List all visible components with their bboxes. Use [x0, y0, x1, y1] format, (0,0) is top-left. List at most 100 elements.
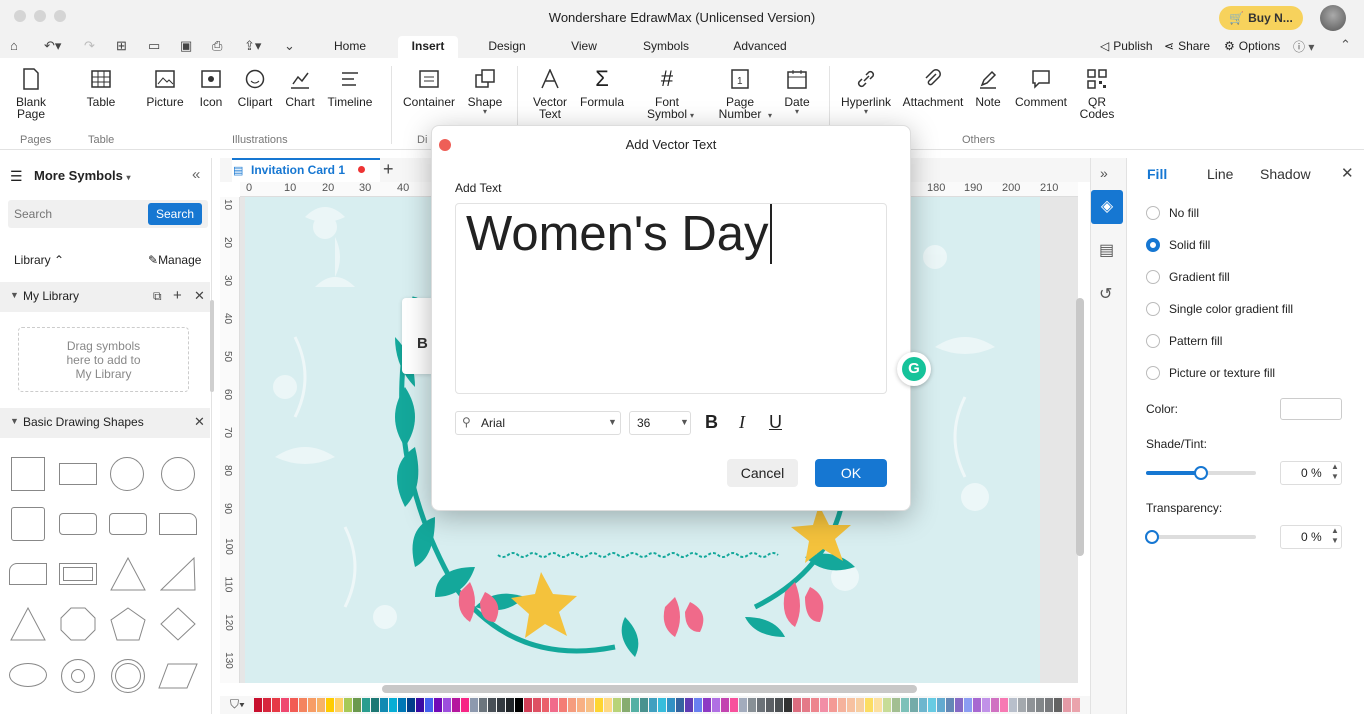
color-swatch[interactable] — [541, 698, 550, 712]
undo-icon[interactable]: ↶▾ — [44, 38, 61, 54]
chart-button[interactable]: Chart — [284, 68, 316, 108]
save-icon[interactable]: ▣ — [180, 38, 192, 54]
frame-shape[interactable] — [59, 563, 97, 585]
color-swatch[interactable] — [775, 698, 784, 712]
rounded-square-shape[interactable] — [11, 507, 45, 541]
tab-shadow[interactable]: Shadow — [1260, 166, 1311, 182]
corner-rectangle-shape[interactable] — [9, 563, 47, 585]
color-swatch[interactable] — [577, 698, 586, 712]
color-swatch[interactable] — [846, 698, 855, 712]
expand-icon[interactable]: ▼ — [10, 290, 19, 300]
page-number-button[interactable]: 1 Page Number ▾ — [718, 68, 772, 120]
history-icon[interactable]: ↺ — [1099, 284, 1112, 304]
color-swatch[interactable] — [739, 698, 748, 712]
vector-text-value[interactable]: Women's Day — [466, 204, 772, 264]
expand-panel-icon[interactable]: » — [1100, 165, 1108, 181]
color-swatch[interactable] — [532, 698, 541, 712]
underline-button[interactable]: U — [769, 412, 782, 433]
color-swatch[interactable] — [676, 698, 685, 712]
color-swatch[interactable] — [829, 698, 837, 712]
more-symbols-title[interactable]: More Symbols ▾ — [34, 168, 131, 183]
buy-now-button[interactable]: 🛒 Buy N... — [1219, 6, 1303, 30]
color-swatch[interactable] — [406, 698, 415, 712]
color-swatch[interactable] — [1044, 698, 1053, 712]
import-icon[interactable]: ⧉ — [153, 289, 162, 304]
color-swatch[interactable] — [909, 698, 918, 712]
color-swatch[interactable] — [523, 698, 532, 712]
blank-page-button[interactable]: Blank Page — [12, 68, 50, 120]
color-swatch[interactable] — [793, 698, 802, 712]
donut-shape[interactable] — [61, 659, 95, 693]
avatar[interactable] — [1320, 5, 1346, 31]
italic-button[interactable]: I — [739, 412, 745, 433]
font-symbol-button[interactable]: # Font Symbol ▾ — [644, 68, 694, 121]
picture-fill-radio[interactable] — [1146, 366, 1160, 380]
rounded-rect-2-shape[interactable] — [109, 513, 147, 535]
color-swatch[interactable] — [640, 698, 649, 712]
export-icon[interactable]: ⇪▾ — [244, 38, 261, 54]
color-swatch[interactable] — [307, 698, 316, 712]
color-swatch[interactable] — [361, 698, 370, 712]
vector-text-button[interactable]: Vector Text — [530, 68, 570, 120]
tab-advanced[interactable]: Advanced — [722, 36, 798, 58]
pentagon-shape[interactable] — [110, 607, 146, 641]
color-swatch[interactable] — [891, 698, 900, 712]
bold-button[interactable]: B — [705, 412, 718, 433]
color-swatch[interactable] — [568, 698, 577, 712]
color-swatch[interactable] — [882, 698, 891, 712]
new-icon[interactable]: ⊞ — [116, 38, 127, 54]
color-swatch[interactable] — [379, 698, 388, 712]
color-swatch[interactable] — [280, 698, 289, 712]
spinner-icon[interactable]: ▲ ▼ — [1331, 462, 1339, 482]
color-swatch[interactable] — [370, 698, 379, 712]
snipped-rectangle-shape[interactable] — [159, 513, 197, 535]
note-button[interactable]: Note — [974, 68, 1002, 108]
tab-line[interactable]: Line — [1207, 166, 1233, 182]
canvas-vertical-scrollbar[interactable] — [1076, 298, 1084, 556]
color-swatch[interactable] — [658, 698, 667, 712]
shape-button[interactable]: Shape ▾ — [466, 68, 504, 116]
transparency-slider-handle[interactable] — [1145, 530, 1159, 544]
close-panel-icon[interactable]: ✕ — [1341, 164, 1354, 182]
font-family-select[interactable] — [455, 411, 621, 435]
redo-icon[interactable]: ↷ — [84, 38, 95, 54]
color-swatch[interactable] — [1035, 698, 1044, 712]
tab-symbols[interactable]: Symbols — [634, 36, 698, 58]
color-swatch[interactable] — [505, 698, 514, 712]
tab-home[interactable]: Home — [322, 36, 378, 58]
color-swatch[interactable] — [945, 698, 954, 712]
color-swatch[interactable] — [460, 698, 469, 712]
collapse-ribbon-icon[interactable]: ⌃ — [1340, 37, 1351, 53]
manage-button[interactable]: ✎Manage — [148, 253, 201, 267]
color-swatch[interactable] — [972, 698, 981, 712]
color-swatch[interactable] — [622, 698, 631, 712]
color-swatch[interactable] — [837, 698, 846, 712]
circle-shape[interactable] — [110, 457, 144, 491]
color-swatch[interactable] — [802, 698, 811, 712]
color-swatch[interactable] — [451, 698, 460, 712]
color-picker[interactable] — [1280, 398, 1342, 420]
cancel-button[interactable]: Cancel — [727, 459, 798, 487]
picture-button[interactable]: Picture — [144, 68, 186, 108]
fill-bucket-panel-icon[interactable]: ◈ — [1091, 190, 1123, 224]
shade-slider[interactable] — [1146, 466, 1256, 480]
solid-fill-radio[interactable] — [1146, 238, 1160, 252]
help-icon[interactable]: ⓘ ▾ — [1293, 38, 1314, 55]
color-swatch[interactable] — [514, 698, 523, 712]
color-swatch[interactable] — [963, 698, 972, 712]
comment-button[interactable]: Comment — [1014, 68, 1068, 108]
color-swatch[interactable] — [325, 698, 334, 712]
shade-slider-handle[interactable] — [1194, 466, 1208, 480]
color-swatch[interactable] — [1017, 698, 1026, 712]
hyperlink-button[interactable]: Hyperlink ▾ — [840, 68, 892, 116]
color-swatch[interactable] — [559, 698, 568, 712]
double-circle-shape[interactable] — [111, 659, 145, 693]
triangle-shape[interactable] — [110, 557, 146, 591]
color-swatch[interactable] — [1071, 698, 1080, 712]
color-swatch[interactable] — [595, 698, 604, 712]
tab-insert[interactable]: Insert — [398, 36, 458, 58]
color-swatch[interactable] — [433, 698, 442, 712]
color-swatch[interactable] — [766, 698, 775, 712]
oval-shape[interactable] — [9, 663, 47, 687]
page-properties-icon[interactable]: ▤ — [1099, 240, 1114, 260]
